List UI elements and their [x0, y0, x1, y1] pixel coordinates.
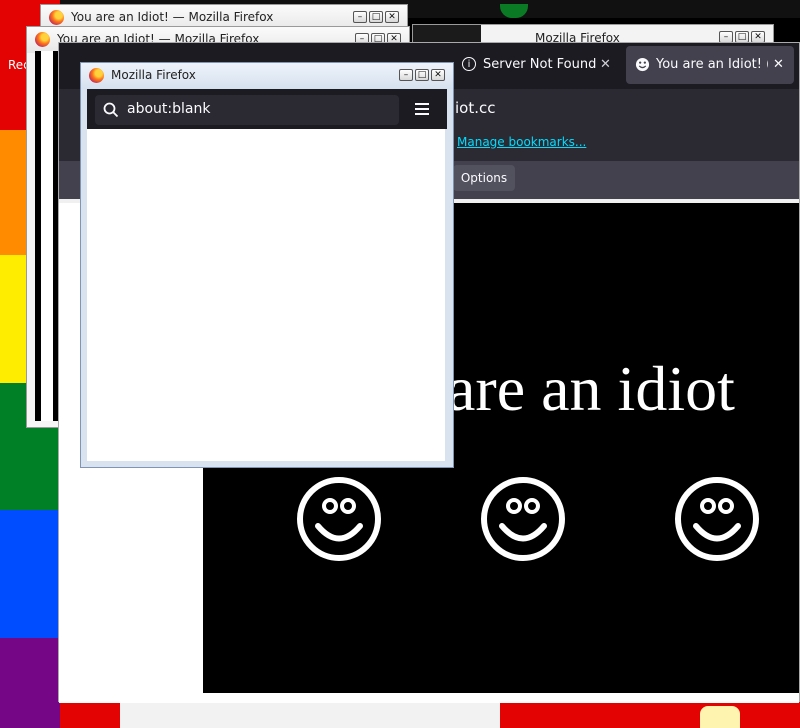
tab-you-are-an-idiot[interactable]: You are an Idiot! (dot ✕	[626, 46, 794, 84]
rainbow-stripe-blue	[0, 510, 60, 638]
url-text[interactable]: iot.cc	[455, 99, 496, 117]
info-icon: i	[462, 57, 476, 71]
bottom-decoration	[700, 706, 740, 728]
minimize-button[interactable]: –	[399, 69, 413, 81]
search-icon	[103, 102, 119, 118]
firefox-icon	[49, 10, 64, 25]
firefox-icon	[89, 68, 104, 83]
tab-close-icon[interactable]: ✕	[600, 57, 611, 72]
page-heading: are an idiot	[447, 353, 735, 424]
minimize-button[interactable]: –	[353, 11, 367, 23]
hamburger-menu-icon[interactable]	[415, 103, 429, 115]
window-title: You are an Idiot! — Mozilla Firefox	[71, 10, 274, 24]
bottom-window-edge	[120, 700, 500, 728]
maximize-button[interactable]: □	[369, 11, 383, 23]
smiley-face-2	[481, 477, 565, 561]
smiley-face-1	[297, 477, 381, 561]
close-button[interactable]: ✕	[431, 69, 445, 81]
tab-label: You are an Idiot! (dot	[656, 57, 768, 72]
tab-close-icon[interactable]: ✕	[773, 57, 784, 72]
firefox-icon	[35, 32, 50, 47]
tab-server-not-found[interactable]: i Server Not Found ✕	[452, 46, 622, 84]
tab-label: Server Not Found	[483, 57, 597, 72]
options-button[interactable]: Options	[453, 165, 515, 191]
popup-address-input[interactable]: about:blank	[127, 101, 210, 117]
close-button[interactable]: ✕	[385, 11, 399, 23]
manage-bookmarks-link[interactable]: Manage bookmarks...	[457, 135, 586, 149]
smiley-icon	[635, 57, 650, 72]
window-inner-frame	[41, 51, 53, 421]
popup-page-content	[87, 129, 445, 461]
maximize-button[interactable]: □	[415, 69, 429, 81]
smiley-face-3	[675, 477, 759, 561]
rainbow-stripe-purple	[0, 638, 60, 728]
popup-window[interactable]: Mozilla Firefox – □ ✕ about:blank	[80, 62, 454, 468]
popup-title: Mozilla Firefox	[111, 68, 196, 82]
